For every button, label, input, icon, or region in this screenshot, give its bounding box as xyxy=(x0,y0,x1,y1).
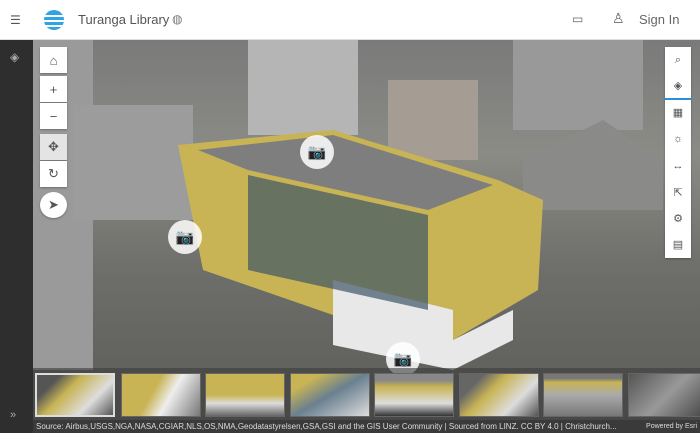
search-button[interactable]: ⌕ xyxy=(665,47,691,73)
measure-button[interactable]: ↔ xyxy=(665,153,691,179)
app-header: ☰ Turanga Library ◍ ▭ ♙ Sign In xyxy=(0,0,700,40)
compass-button[interactable]: ➤ xyxy=(40,192,67,218)
slide-thumbnail[interactable] xyxy=(374,373,454,417)
attribution-text: Source: Airbus,USGS,NGA,NASA,CGIAR,NLS,O… xyxy=(36,422,617,431)
slide-thumbnail[interactable] xyxy=(459,373,539,417)
slice-button[interactable]: ▤ xyxy=(665,232,691,258)
gears-icon: ⚙ xyxy=(673,213,683,226)
slide-thumbnail[interactable] xyxy=(35,373,115,417)
plus-icon: + xyxy=(49,81,58,97)
slide-thumbnail[interactable] xyxy=(121,373,201,417)
background-building xyxy=(388,80,478,160)
layers-icon: ◈ xyxy=(673,80,683,93)
camera-icon[interactable]: 📷 xyxy=(300,135,334,169)
slide-thumbnail[interactable] xyxy=(290,373,370,417)
pan-icon: ✥ xyxy=(48,139,59,154)
background-building xyxy=(513,40,643,130)
share-button[interactable]: ⇱ xyxy=(665,179,691,205)
sun-icon: ☼ xyxy=(672,133,684,146)
globe-icon[interactable]: ◍ xyxy=(172,12,182,26)
app-logo-icon xyxy=(44,10,64,30)
measure-icon: ↔ xyxy=(672,159,684,172)
left-sidebar: ◈ » xyxy=(0,40,33,433)
home-button[interactable]: ⌂ xyxy=(40,47,67,73)
settings-button[interactable]: ⚙ xyxy=(665,205,691,231)
home-icon: ⌂ xyxy=(49,52,58,68)
slide-thumbnail[interactable] xyxy=(628,373,700,417)
minus-icon: − xyxy=(49,108,58,124)
attribution-bar: Source: Airbus,USGS,NGA,NASA,CGIAR,NLS,O… xyxy=(33,420,700,433)
search-icon: ⌕ xyxy=(674,53,682,66)
camera-icon[interactable]: 📷 xyxy=(168,220,202,254)
rotate-icon: ↻ xyxy=(48,166,59,181)
cathedral xyxy=(523,120,663,210)
layers-icon[interactable]: ◈ xyxy=(10,50,19,64)
building-icon: ▤ xyxy=(672,239,684,252)
slides-strip xyxy=(33,368,700,420)
3d-scene-view[interactable]: 📷 📷 📷 xyxy=(33,40,700,420)
compass-icon: ➤ xyxy=(48,197,59,212)
background-building xyxy=(73,105,193,220)
menu-icon[interactable]: ☰ xyxy=(10,13,21,27)
share-icon: ⇱ xyxy=(673,186,683,199)
scene-graphics xyxy=(33,40,663,370)
daylight-button[interactable]: ☼ xyxy=(665,126,691,152)
right-toolbar: ⌕ ◈ ▦ ☼ ↔ ⇱ ⚙ ▤ xyxy=(665,47,691,258)
present-icon[interactable]: ▭ xyxy=(572,12,583,26)
app-title: Turanga Library xyxy=(78,12,170,27)
slide-thumbnail[interactable] xyxy=(543,373,623,417)
pan-button[interactable]: ✥ xyxy=(40,134,67,160)
zoom-out-button[interactable]: − xyxy=(40,103,67,129)
slide-thumbnail[interactable] xyxy=(205,373,285,417)
background-building xyxy=(248,40,358,135)
powered-by-esri[interactable]: Powered by Esri xyxy=(646,420,697,433)
expand-icon[interactable]: » xyxy=(10,409,16,421)
user-icon[interactable]: ♙ xyxy=(612,10,625,27)
sign-in-button[interactable]: Sign In xyxy=(639,12,679,27)
rotate-button[interactable]: ↻ xyxy=(40,161,67,187)
basemap-gallery-icon: ▦ xyxy=(672,107,684,120)
layers-button[interactable]: ◈ xyxy=(665,73,691,100)
basemap-button[interactable]: ▦ xyxy=(665,100,691,126)
zoom-in-button[interactable]: + xyxy=(40,76,67,102)
